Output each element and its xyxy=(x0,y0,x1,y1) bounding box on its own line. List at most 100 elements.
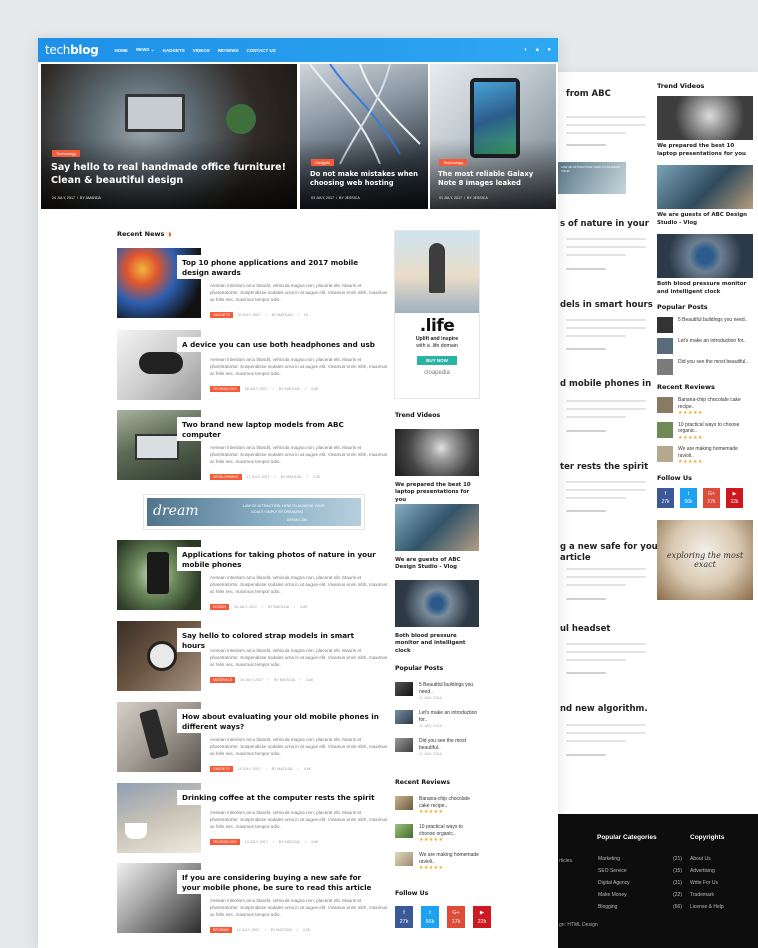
post-tag[interactable]: REVIEWS xyxy=(210,927,232,933)
video-thumb[interactable] xyxy=(395,504,479,551)
footer-link[interactable]: Write For Us xyxy=(690,880,718,886)
hero-title[interactable]: The most reliable Galaxy Note 8 images l… xyxy=(438,170,550,188)
back-title[interactable]: article xyxy=(560,553,591,563)
hero-title[interactable]: Say hello to real handmade office furnit… xyxy=(51,161,287,187)
back-title[interactable]: g a new safe for your xyxy=(560,542,662,552)
video-title[interactable]: Both blood pressure monitor and intellig… xyxy=(395,633,479,655)
footer-category[interactable]: Make Money (22) xyxy=(598,892,682,898)
footer-link[interactable]: License & Help xyxy=(690,904,724,910)
post-tag[interactable]: DEVELOPMENT xyxy=(210,474,242,480)
post-meta: DEVELOPMENT 17 JULY, 2017/BY MATILDA/2.2K xyxy=(210,474,320,480)
post-title[interactable]: Drinking coffee at the computer rests th… xyxy=(177,790,383,805)
footer-link[interactable]: Trademark xyxy=(690,892,714,898)
android-icon[interactable]: ▲ xyxy=(534,47,540,53)
post-title[interactable]: If you are considering buying a new safe… xyxy=(177,870,383,894)
dream-banner-ad[interactable]: dream LAW OF ATTRACTION: HOW TO ACHIEVE … xyxy=(144,495,364,529)
popular-post[interactable]: Did you see the most beautiful.. 11 JAN, … xyxy=(395,738,479,758)
site-logo[interactable]: techblog xyxy=(45,43,99,57)
back-facebook-button[interactable]: f 27k xyxy=(657,487,674,508)
post-title[interactable]: A device you can use both headphones and… xyxy=(177,337,383,352)
footer-category[interactable]: Blogging (66) xyxy=(598,904,682,910)
hero-post-3[interactable]: Technology The most reliable Galaxy Note… xyxy=(430,64,556,209)
back-video-title[interactable]: We prepared the best 10 laptop presentat… xyxy=(657,143,753,158)
post-meta: MATERIALS 15 JULY, 2017/BY MATILDA/3.5K xyxy=(210,677,313,683)
back-title[interactable]: d mobile phones in xyxy=(560,379,651,389)
popular-post[interactable]: Let's make an introduction for.. 11 JAN, … xyxy=(395,710,479,730)
rss-icon: ◗ xyxy=(168,231,172,238)
back-video-title[interactable]: We are guests of ABC Design Studio - Vlo… xyxy=(657,212,753,227)
back-title[interactable]: from ABC xyxy=(566,89,611,99)
news-post[interactable]: If you are considering buying a new safe… xyxy=(117,863,387,933)
nav-videos[interactable]: VIDEOS xyxy=(193,48,210,53)
hero-category[interactable]: Technology xyxy=(52,150,81,157)
back-video-thumb[interactable] xyxy=(657,234,753,278)
news-post[interactable]: Two brand new laptop models from ABC com… xyxy=(117,410,387,480)
hero-category[interactable]: Technology xyxy=(439,159,468,166)
popular-post[interactable]: 5 Beautiful buildings you need.. 11 JAN, … xyxy=(395,682,479,702)
nav-reviews[interactable]: REVIEWS xyxy=(218,48,239,53)
footer-link[interactable]: Advertising xyxy=(690,868,715,874)
post-tag[interactable]: MATERIALS xyxy=(210,677,235,683)
back-title[interactable]: ul headset xyxy=(560,624,610,634)
life-domain-ad[interactable]: .life Uplift and inspire with a .life do… xyxy=(395,231,479,398)
review-item[interactable]: We are making homemade ravioli.. ★★★★★ xyxy=(395,852,479,872)
news-post[interactable]: Top 10 phone applications and 2017 mobil… xyxy=(117,248,388,318)
nav-home[interactable]: HOME xyxy=(114,48,128,53)
news-post[interactable]: Drinking coffee at the computer rests th… xyxy=(117,783,387,853)
hero-post-2[interactable]: Gadgets Do not make mistakes when choosi… xyxy=(300,64,428,209)
post-title[interactable]: Applications for taking photos of nature… xyxy=(177,547,383,571)
post-title[interactable]: Top 10 phone applications and 2017 mobil… xyxy=(177,255,383,279)
back-twitter-button[interactable]: t 56k xyxy=(680,487,697,508)
facebook-icon: f xyxy=(403,910,405,916)
twitter-button[interactable]: t 56k xyxy=(421,906,439,928)
video-title[interactable]: We prepared the best 10 laptop presentat… xyxy=(395,482,479,504)
post-excerpt: Aenean interdum arcu blandit, vehicula m… xyxy=(210,283,388,302)
footer-link[interactable]: About Us xyxy=(690,856,711,862)
post-tag[interactable]: TECHNOLOGY xyxy=(210,839,240,845)
news-post[interactable]: A device you can use both headphones and… xyxy=(117,330,387,400)
post-tag[interactable]: DESIGN xyxy=(210,604,229,610)
post-tag[interactable]: GADGETS xyxy=(210,766,233,772)
post-title[interactable]: Two brand new laptop models from ABC com… xyxy=(177,417,383,441)
back-googleplus-button[interactable]: G+ 17k xyxy=(703,487,720,508)
video-title[interactable]: We are guests of ABC Design Studio - Vlo… xyxy=(395,557,479,572)
hero-title[interactable]: Do not make mistakes when choosing web h… xyxy=(310,170,422,188)
back-title[interactable]: nd new algorithm. xyxy=(560,704,648,714)
back-title[interactable]: dels in smart hours xyxy=(560,300,653,310)
post-tag[interactable]: TECHNOLOGY xyxy=(210,386,240,392)
footer-category[interactable]: Digital Agency (31) xyxy=(598,880,682,886)
apple-icon[interactable]: ● xyxy=(547,47,551,53)
back-youtube-button[interactable]: ▶ 22k xyxy=(726,487,743,508)
back-video-thumb[interactable] xyxy=(657,96,753,140)
rss-icon[interactable]: ◗ xyxy=(524,47,528,53)
facebook-button[interactable]: f 27k xyxy=(395,906,413,928)
news-post[interactable]: Say hello to colored strap models in sma… xyxy=(117,621,387,691)
popular-posts-heading: Popular Posts xyxy=(395,665,444,672)
hero-category[interactable]: Gadgets xyxy=(311,159,335,166)
googleplus-button[interactable]: G+ 17k xyxy=(447,906,465,928)
back-title[interactable]: ter rests the spirit xyxy=(560,462,648,472)
post-tag[interactable]: GADGETS xyxy=(210,312,233,318)
back-title[interactable]: s of nature in your xyxy=(560,219,649,229)
video-thumb[interactable] xyxy=(395,429,479,476)
youtube-button[interactable]: ▶ 22k xyxy=(473,906,491,928)
nav-contact[interactable]: CONTACT US xyxy=(247,48,276,53)
review-item[interactable]: 10 practical ways to choose organic.. ★★★… xyxy=(395,824,479,844)
news-post[interactable]: Applications for taking photos of nature… xyxy=(117,540,387,610)
review-item[interactable]: Banana-chip chocolate cake recipe.. ★★★★★ xyxy=(395,796,479,816)
footer-category[interactable]: Marketing (21) xyxy=(598,856,682,862)
hero-meta: 03 JULY, 2017 / BY JESSICA xyxy=(311,196,360,200)
buy-now-button[interactable]: BUY NOW xyxy=(417,356,457,365)
video-thumb[interactable] xyxy=(395,580,479,627)
nav-news[interactable]: NEWS ⌄ xyxy=(136,47,155,53)
back-video-thumb[interactable] xyxy=(657,165,753,209)
post-title[interactable]: How about evaluating your old mobile pho… xyxy=(177,709,383,733)
back-banner: LAW OF ATTRACTION: HOW TO ACHIEVE YOUR xyxy=(558,162,626,194)
footer-categories-heading: Popular Categories xyxy=(597,834,657,841)
hero-post-1[interactable]: Technology Say hello to real handmade of… xyxy=(41,64,297,209)
back-video-title[interactable]: Both blood pressure monitor and intellig… xyxy=(657,281,753,296)
nav-gadgets[interactable]: GADGETS xyxy=(162,48,184,53)
news-post[interactable]: How about evaluating your old mobile pho… xyxy=(117,702,387,772)
footer-category[interactable]: SEO Service (15) xyxy=(598,868,682,874)
back-ad-exploring[interactable]: exploring the most exact xyxy=(657,519,753,600)
